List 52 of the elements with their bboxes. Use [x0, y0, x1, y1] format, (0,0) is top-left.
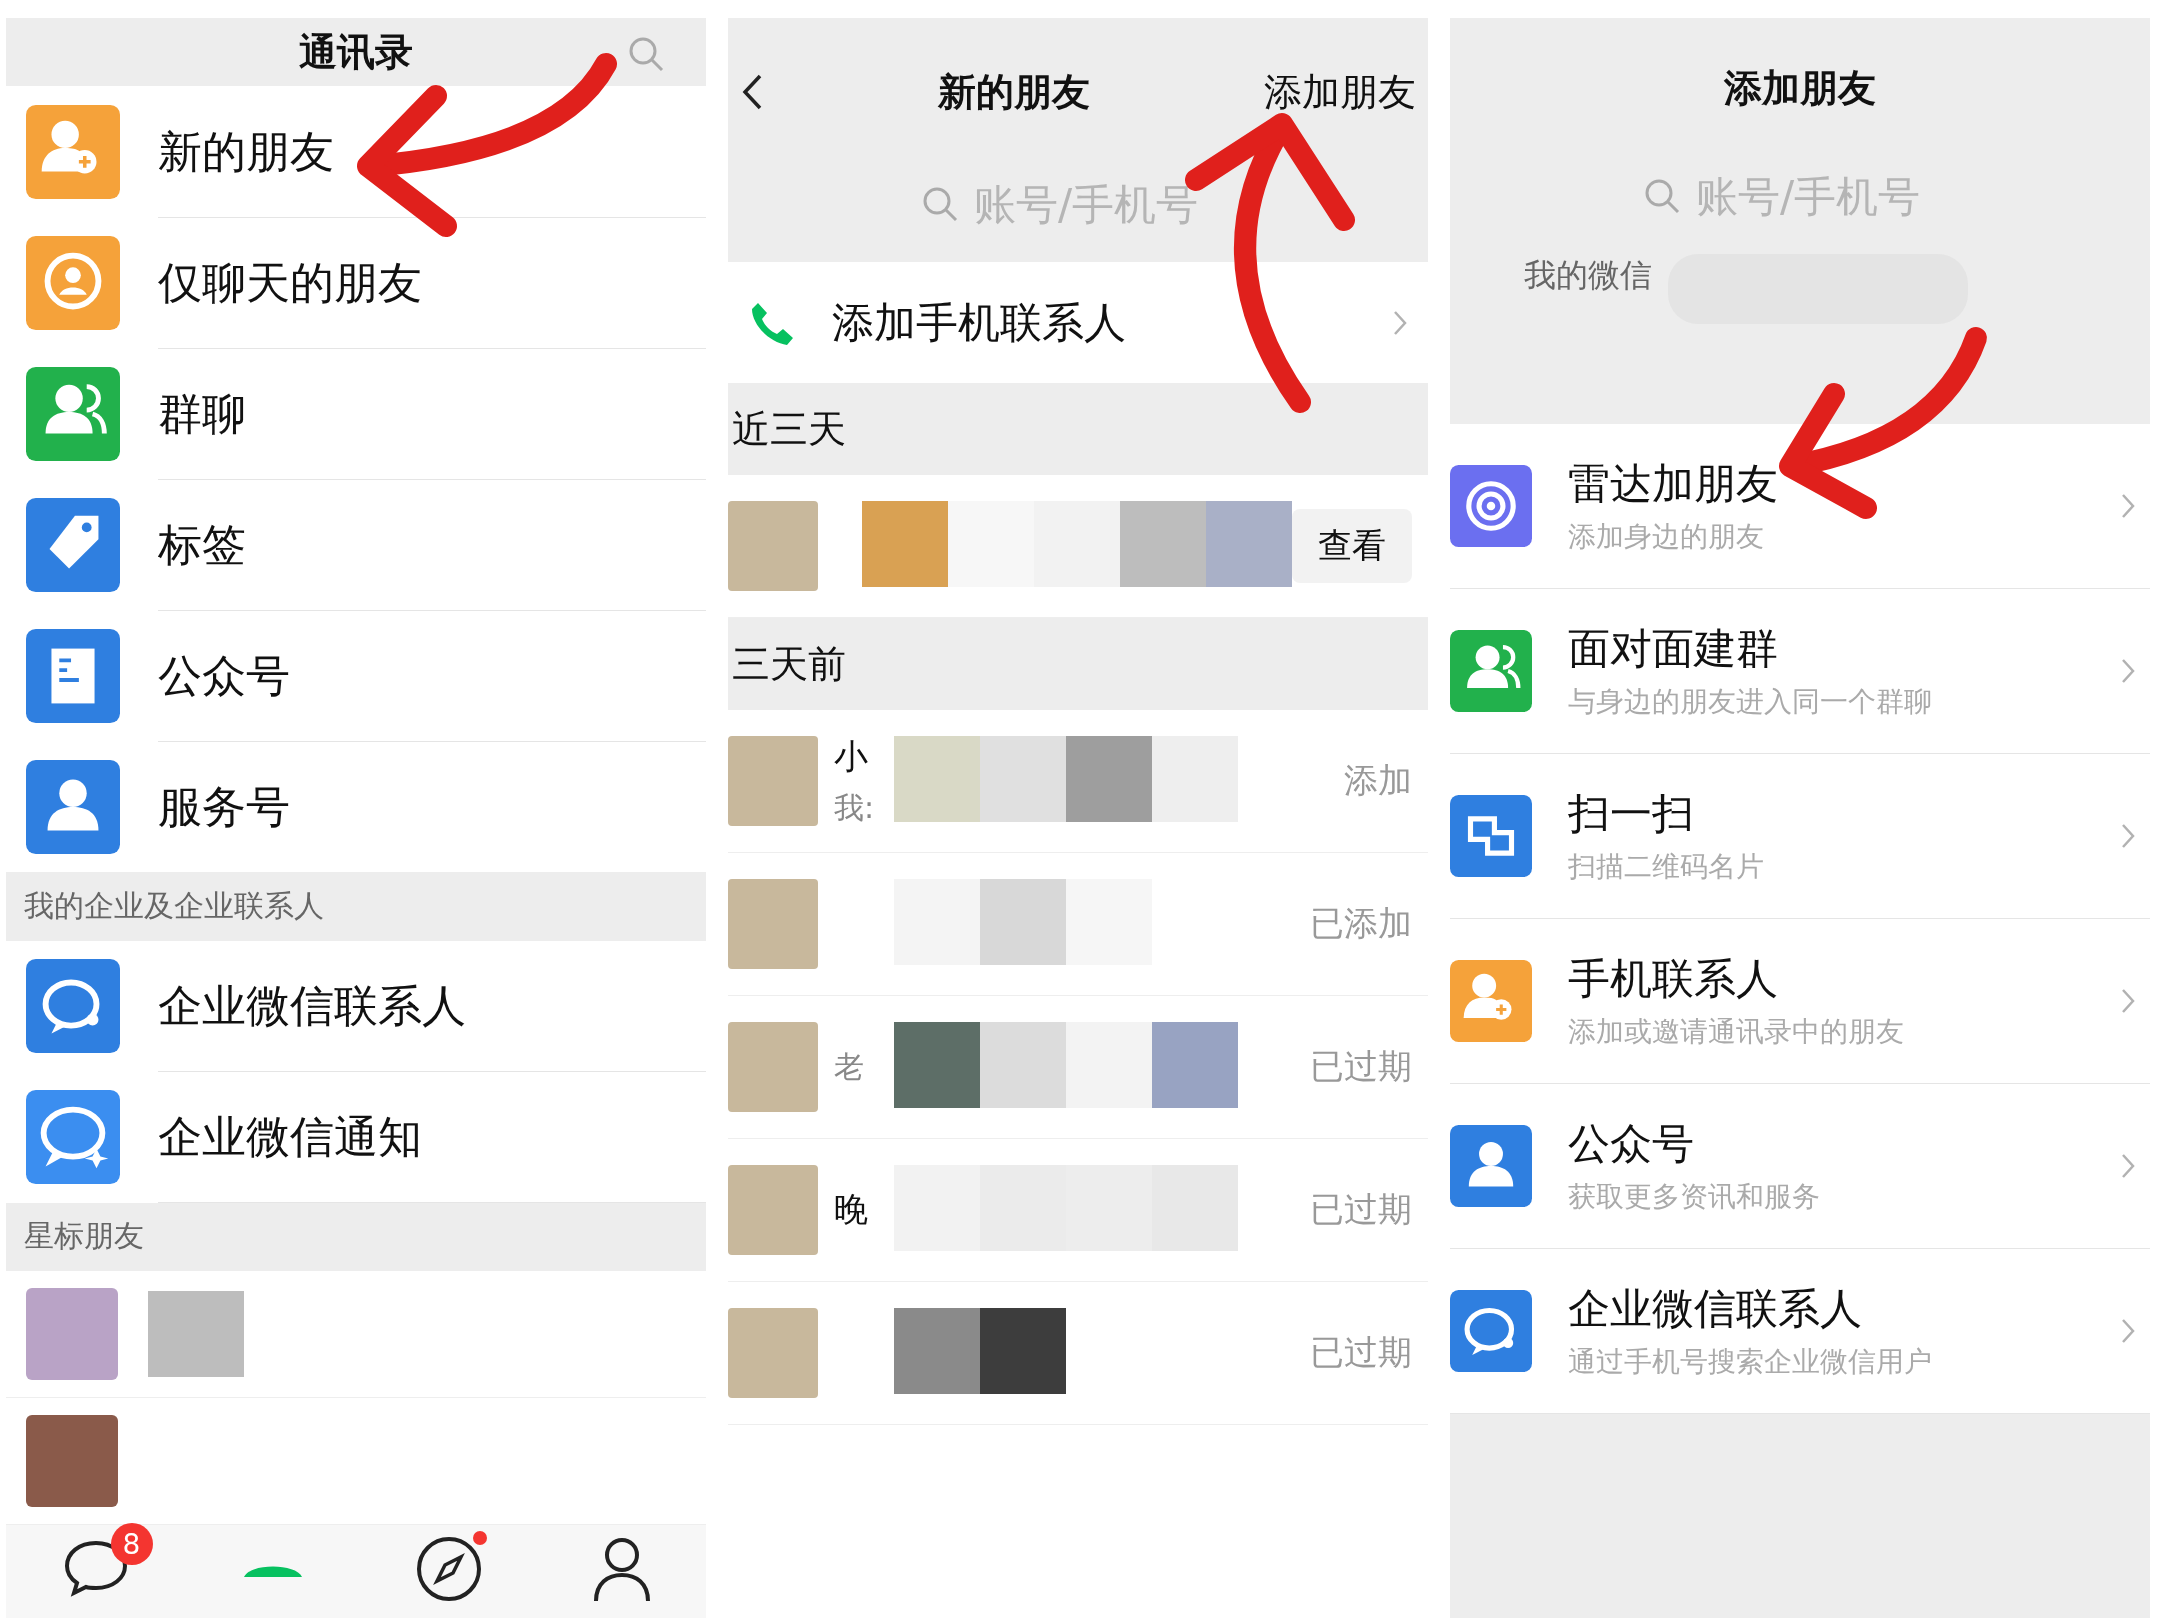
- search-field[interactable]: 账号/手机号: [972, 178, 1236, 230]
- search-field[interactable]: 账号/手机号: [1694, 170, 1958, 222]
- person-tab-icon[interactable]: [591, 1535, 652, 1604]
- menu-item[interactable]: 群聊: [158, 347, 706, 480]
- option-subtitle: 通过手机号搜索企业微信用户: [1568, 1344, 1933, 1380]
- request-status: 已过期: [1310, 1331, 1412, 1374]
- menu-item[interactable]: 标签: [158, 478, 706, 611]
- search-bar[interactable]: 账号/手机号: [728, 166, 1428, 242]
- chevron-right-icon: [2120, 1317, 2136, 1345]
- chevron-right-icon: [2120, 987, 2136, 1015]
- screen-title: 通讯录: [299, 28, 413, 76]
- unread-badge: 8: [110, 1523, 153, 1566]
- search-bar[interactable]: 账号/手机号: [1450, 158, 2150, 234]
- option-subtitle: 获取更多资讯和服务: [1568, 1179, 1821, 1215]
- add-friends-button[interactable]: 添加朋友: [1264, 66, 1416, 118]
- screen-title: 添加朋友: [1724, 64, 1876, 112]
- chevron-right-icon: [2120, 1152, 2136, 1180]
- request-status: 已添加: [1310, 902, 1412, 945]
- option-title[interactable]: 雷达加朋友: [1568, 456, 2120, 512]
- contact-name: 小: [834, 734, 869, 778]
- request-status: 已过期: [1310, 1188, 1412, 1231]
- option-title[interactable]: 企业微信联系人: [1568, 1281, 2120, 1337]
- screen-title: 新的朋友: [937, 68, 1091, 116]
- menu-item[interactable]: 添加手机联系人: [832, 294, 1356, 351]
- request-status: 添加: [1344, 759, 1412, 802]
- chevron-right-icon: [2120, 657, 2136, 685]
- menu-item[interactable]: 公众号: [158, 609, 706, 742]
- menu-item[interactable]: 新的朋友: [158, 85, 706, 218]
- request-status: 已过期: [1310, 1045, 1412, 1088]
- section-header: 近三天: [732, 405, 846, 453]
- section-header: 我的企业及企业联系人: [6, 872, 706, 941]
- option-title[interactable]: 手机联系人: [1568, 951, 2120, 1007]
- request-message: 老: [834, 1047, 865, 1086]
- chevron-right-icon: [2120, 492, 2136, 520]
- option-subtitle: 与身边的朋友进入同一个群聊: [1568, 684, 1933, 720]
- request-message: 我:: [834, 788, 876, 827]
- my-id-label: 我的微信: [1524, 255, 1652, 296]
- option-subtitle: 添加身边的朋友: [1568, 519, 1765, 555]
- compass-tab-icon[interactable]: [414, 1535, 483, 1604]
- view-button[interactable]: 查看: [1292, 509, 1412, 583]
- contact-name: 晚: [834, 1188, 869, 1231]
- option-title[interactable]: 公众号: [1568, 1116, 2120, 1172]
- section-header: 三天前: [732, 640, 846, 688]
- menu-item[interactable]: 企业微信联系人: [158, 940, 706, 1073]
- chevron-right-icon: [2120, 822, 2136, 850]
- option-subtitle: 添加或邀请通讯录中的朋友: [1568, 1014, 1905, 1050]
- option-title[interactable]: 扫一扫: [1568, 786, 2120, 842]
- section-header: 星标朋友: [6, 1202, 706, 1271]
- back-icon[interactable]: [740, 72, 764, 112]
- option-subtitle: 扫描二维码名片: [1568, 849, 1765, 885]
- option-title[interactable]: 面对面建群: [1568, 621, 2120, 677]
- menu-item[interactable]: 仅聊天的朋友: [158, 216, 706, 349]
